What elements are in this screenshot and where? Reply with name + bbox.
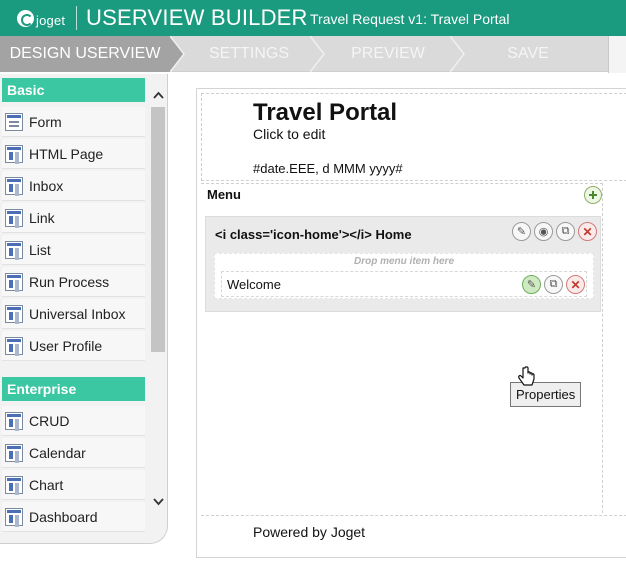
palette-item-label: Dashboard xyxy=(29,508,98,525)
calendar-icon xyxy=(5,443,23,462)
delete-icon[interactable]: ✕ xyxy=(578,222,597,241)
palette-item-label: Chart xyxy=(29,476,64,493)
form-icon xyxy=(5,112,23,131)
footer-divider xyxy=(201,515,626,516)
app-header: joget USERVIEW BUILDER Travel Request v1… xyxy=(0,0,626,36)
app-subtitle: Travel Request v1: Travel Portal xyxy=(310,11,510,27)
menu-category[interactable]: <i class='icon-home'></i> Home ✎ ◉ ⧉ ✕ D… xyxy=(205,216,601,312)
palette-item-dashboard[interactable]: Dashboard xyxy=(2,502,145,532)
palette-item-label: List xyxy=(29,241,51,258)
hand-cursor-icon xyxy=(518,366,535,386)
footer-text[interactable]: Powered by Joget xyxy=(253,524,365,540)
joget-logo[interactable]: joget xyxy=(17,7,65,29)
element-palette: Basic Form HTML Page Inbox Link List Run… xyxy=(0,74,168,544)
step-label: DESIGN USERVIEW xyxy=(9,45,161,62)
palette-item-label: HTML Page xyxy=(29,145,104,162)
edit-icon[interactable]: ✎ xyxy=(512,222,531,241)
palette-item-universal-inbox[interactable]: Universal Inbox xyxy=(2,299,145,329)
universal-inbox-icon xyxy=(5,304,23,323)
palette-item-chart[interactable]: Chart xyxy=(2,470,145,500)
step-design-userview[interactable]: DESIGN USERVIEW xyxy=(0,36,170,72)
view-icon[interactable]: ◉ xyxy=(534,222,553,241)
step-label: PREVIEW xyxy=(351,45,425,62)
page-title: USERVIEW BUILDER xyxy=(86,5,308,30)
steps-bar-end xyxy=(608,36,626,73)
click-to-edit-text[interactable]: Click to edit xyxy=(253,126,325,142)
step-save[interactable]: SAVE xyxy=(464,36,592,72)
palette-item-label: Inbox xyxy=(29,177,64,194)
chevron-up-icon[interactable] xyxy=(153,90,164,101)
header-divider xyxy=(76,6,77,30)
palette-item-label: Universal Inbox xyxy=(29,305,126,322)
category-actions: ✎ ◉ ⧉ ✕ xyxy=(512,222,597,242)
menu-item-actions: ✎ ⧉ ✕ xyxy=(522,275,585,294)
palette-item-label: CRUD xyxy=(29,412,70,429)
userview-canvas: Travel Portal Click to edit #date.EEE, d… xyxy=(196,88,626,558)
builder-steps: DESIGN USERVIEW SETTINGS PREVIEW SAVE xyxy=(0,36,610,72)
portal-title[interactable]: Travel Portal xyxy=(253,99,397,127)
palette-item-list[interactable]: List xyxy=(2,235,145,265)
link-icon xyxy=(5,208,23,227)
properties-icon[interactable]: ✎ xyxy=(522,275,541,294)
palette-item-label: Run Process xyxy=(29,273,110,290)
palette-item-label: Link xyxy=(29,209,55,226)
crud-icon xyxy=(5,411,23,430)
chart-icon xyxy=(5,475,23,494)
palette-group-basic[interactable]: Basic xyxy=(2,78,145,102)
palette-item-inbox[interactable]: Inbox xyxy=(2,171,145,201)
palette-item-link[interactable]: Link xyxy=(2,203,145,233)
menu-item-label: Welcome xyxy=(227,277,281,292)
palette-group-enterprise[interactable]: Enterprise xyxy=(2,377,145,401)
palette-item-label: User Profile xyxy=(29,337,103,354)
copy-icon[interactable]: ⧉ xyxy=(544,275,563,294)
user-profile-icon xyxy=(5,336,23,355)
joget-logo-icon xyxy=(17,9,34,27)
scrollbar-thumb[interactable] xyxy=(151,107,165,352)
category-title[interactable]: <i class='icon-home'></i> Home xyxy=(215,227,412,242)
palette-item-user-profile[interactable]: User Profile xyxy=(2,331,145,361)
copy-icon[interactable]: ⧉ xyxy=(556,222,575,241)
palette-item-form[interactable]: Form xyxy=(2,107,145,137)
date-format-text: #date.EEE, d MMM yyyy# xyxy=(253,161,403,176)
palette-item-calendar[interactable]: Calendar xyxy=(2,438,145,468)
palette-item-label: Calendar xyxy=(29,444,86,461)
palette-item-html-page[interactable]: HTML Page xyxy=(2,139,145,169)
step-label: SETTINGS xyxy=(208,45,289,62)
palette-item-run-process[interactable]: Run Process xyxy=(2,267,145,297)
delete-icon[interactable]: ✕ xyxy=(566,275,585,294)
chevron-down-icon[interactable] xyxy=(153,496,164,507)
dashboard-icon xyxy=(5,507,23,526)
logo-text: joget xyxy=(36,12,66,28)
inbox-icon xyxy=(5,176,23,195)
step-label: SAVE xyxy=(507,45,549,62)
palette-scrollbar[interactable] xyxy=(150,74,166,543)
step-settings[interactable]: SETTINGS xyxy=(184,36,314,72)
html-page-icon xyxy=(5,144,23,163)
palette-item-label: Form xyxy=(29,113,62,130)
add-category-icon[interactable] xyxy=(584,186,602,204)
drop-hint: Drop menu item here xyxy=(353,256,455,267)
list-icon xyxy=(5,240,23,259)
menu-item-drop-zone[interactable]: Drop menu item here Welcome ✎ ⧉ ✕ xyxy=(214,253,594,299)
menu-label: Menu xyxy=(207,187,241,202)
step-preview[interactable]: PREVIEW xyxy=(324,36,452,72)
run-process-icon xyxy=(5,272,23,291)
palette-item-crud[interactable]: CRUD xyxy=(2,406,145,436)
menu-item[interactable]: Welcome ✎ ⧉ ✕ xyxy=(221,271,587,297)
